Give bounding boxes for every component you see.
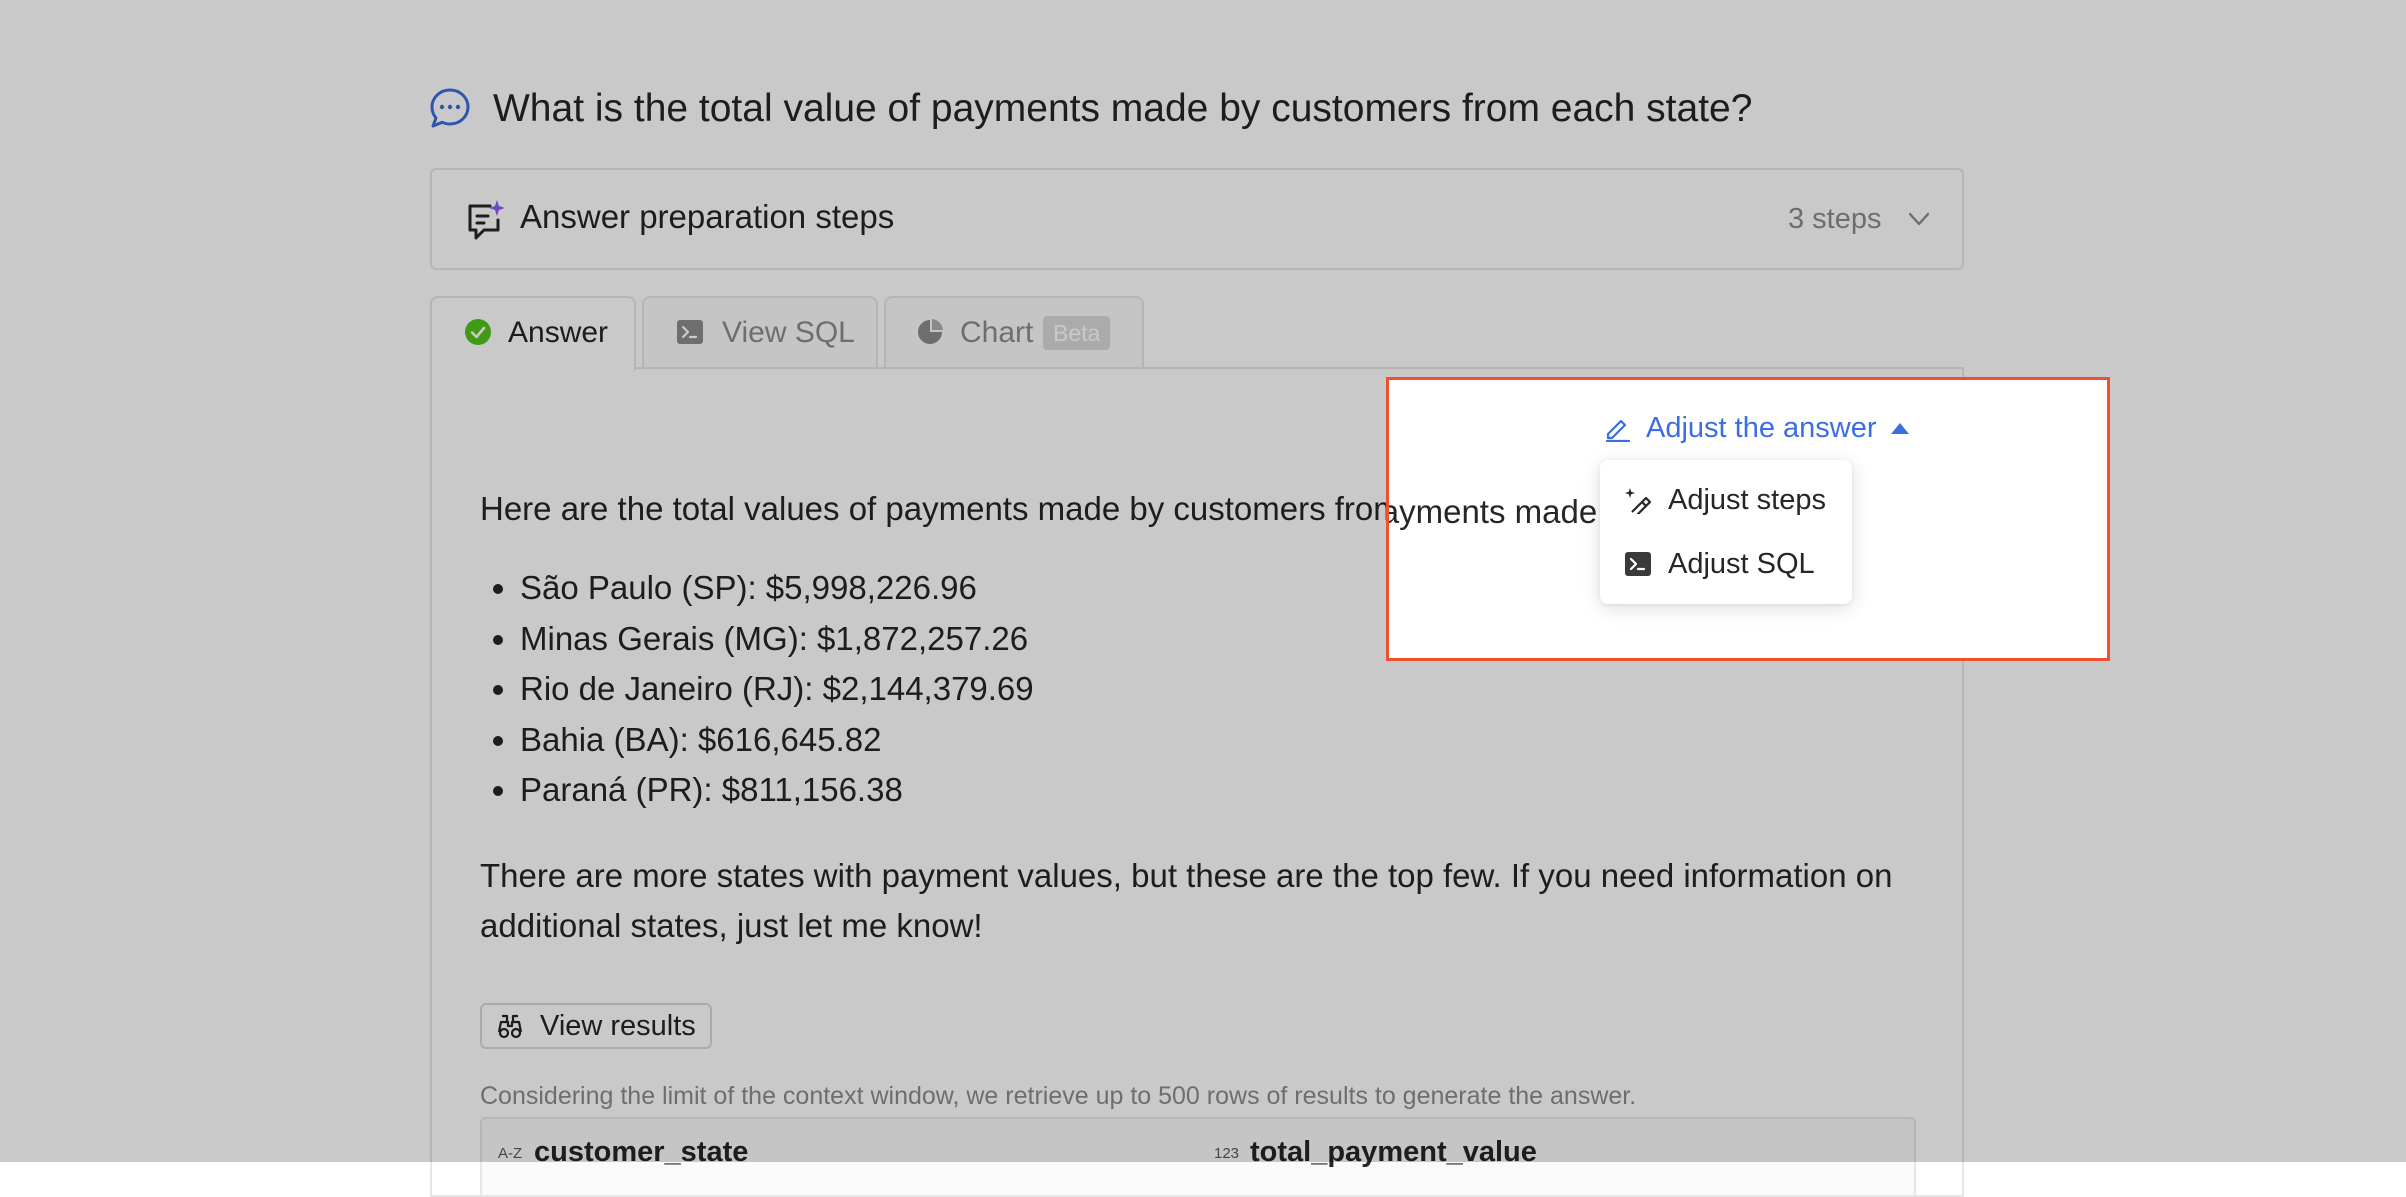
menu-item-label: Adjust SQL: [1668, 548, 1815, 580]
magic-wand-icon: [1625, 488, 1652, 514]
adjust-answer-label: Adjust the answer: [1646, 412, 1877, 444]
menu-item-label: Adjust steps: [1668, 484, 1826, 516]
answer-intro-fragment: Here are the total values of payments ma…: [1389, 493, 1605, 530]
adjust-answer-button[interactable]: Adjust the answer: [1604, 408, 1911, 448]
terminal-icon: [1625, 552, 1651, 576]
caret-up-icon: [1890, 423, 1909, 434]
adjust-menu: Adjust steps Adjust SQL: [1600, 460, 1852, 604]
pencil-icon: [1605, 419, 1631, 442]
menu-item-adjust-steps[interactable]: Adjust steps: [1600, 468, 1852, 532]
menu-item-adjust-sql[interactable]: Adjust SQL: [1600, 532, 1852, 596]
